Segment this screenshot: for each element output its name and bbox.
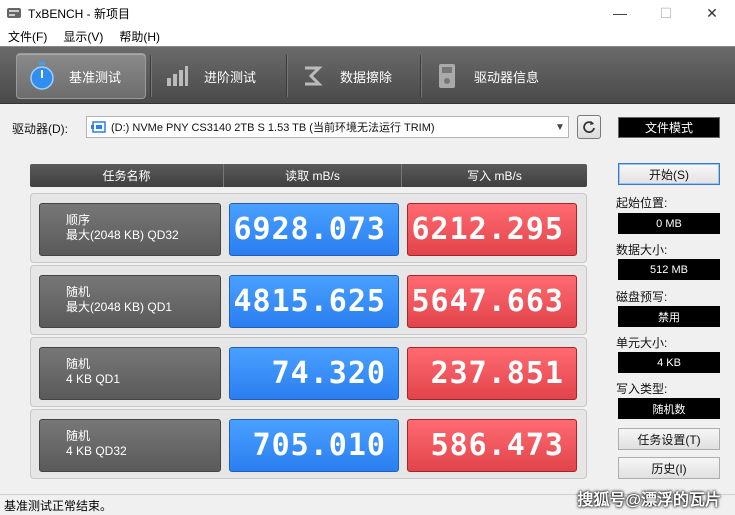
tab-benchmark[interactable]: 基准测试 — [16, 53, 146, 99]
app-icon — [7, 8, 21, 18]
benchmark-panel: 驱动器(D): (D:) NVMe PNY CS3140 2TB S 1.53 … — [0, 104, 735, 494]
write-value: 237.851 — [407, 347, 577, 400]
drive-icon — [91, 121, 106, 133]
precondition-field[interactable]: 禁用 — [618, 306, 720, 327]
unit-size-label: 单元大小: — [616, 336, 668, 350]
table-row: 随机 4 KB QD1 74.320 237.851 — [30, 337, 587, 407]
table-row: 顺序 最大(2048 KB) QD32 6928.073 6212.295 — [30, 193, 587, 263]
tab-divider — [286, 55, 287, 97]
data-size-field[interactable]: 512 MB — [618, 259, 720, 280]
stopwatch-icon — [27, 61, 57, 91]
window-controls: — ☐ ✕ — [597, 0, 735, 26]
window-title: TxBENCH - 新项目 — [28, 6, 131, 21]
unit-size-field[interactable]: 4 KB — [618, 352, 720, 373]
drive-select-value: (D:) NVMe PNY CS3140 2TB S 1.53 TB (当前环境… — [111, 122, 435, 134]
start-position-field[interactable]: 0 MB — [618, 213, 720, 234]
write-value: 5647.663 — [407, 275, 577, 328]
task-params: 最大(2048 KB) QD1 — [66, 300, 173, 314]
eraser-icon — [298, 61, 328, 91]
chevron-down-icon: ▼ — [555, 121, 565, 133]
tool-tabs: 基准测试 进阶测试 数据擦除 驱动器信息 — [0, 46, 735, 104]
start-button[interactable]: 开始(S) — [618, 163, 720, 185]
write-value: 6212.295 — [407, 203, 577, 256]
read-value: 6928.073 — [229, 203, 399, 256]
menu-bar: 文件(F) 显示(V) 帮助(H) — [0, 26, 735, 46]
refresh-button[interactable] — [577, 115, 601, 139]
history-button[interactable]: 历史(I) — [618, 457, 720, 479]
write-type-label: 写入类型: — [616, 382, 668, 396]
tab-divider — [150, 55, 151, 97]
task-type: 随机 — [66, 429, 91, 443]
header-read: 读取 mB/s — [224, 164, 402, 187]
watermark: 搜狐号@漂浮的瓦片 — [577, 492, 721, 509]
tab-label: 进阶测试 — [204, 69, 257, 85]
read-value: 705.010 — [229, 419, 399, 472]
task-type: 随机 — [66, 285, 91, 299]
task-params: 4 KB QD32 — [66, 444, 127, 458]
start-position-label: 起始位置: — [616, 196, 668, 210]
header-write: 写入 mB/s — [467, 169, 522, 183]
tab-label: 数据擦除 — [340, 69, 393, 85]
precondition-label: 磁盘预写: — [616, 290, 668, 304]
drive-label: 驱动器(D): — [12, 122, 68, 136]
table-row: 随机 最大(2048 KB) QD1 4815.625 5647.663 — [30, 265, 587, 335]
write-type-field[interactable]: 随机数 — [618, 398, 720, 419]
refresh-icon — [583, 121, 595, 133]
mode-display[interactable]: 文件模式 — [618, 117, 720, 138]
write-value: 586.473 — [407, 419, 577, 472]
menu-file[interactable]: 文件(F) — [0, 28, 55, 45]
tab-drive-info[interactable]: 驱动器信息 — [422, 53, 562, 99]
read-value: 4815.625 — [229, 275, 399, 328]
task-settings-button[interactable]: 任务设置(T) — [618, 428, 720, 450]
task-button[interactable]: 随机 4 KB QD1 — [39, 347, 221, 400]
task-button[interactable]: 顺序 最大(2048 KB) QD32 — [39, 203, 221, 256]
tab-divider — [420, 55, 421, 97]
results-table: 任务名称 读取 mB/s 写入 mB/s 顺序 最大(2048 KB) QD32… — [30, 161, 587, 479]
tab-label: 基准测试 — [69, 69, 122, 85]
status-text: 基准测试正常结束。 — [4, 498, 113, 513]
table-row: 随机 4 KB QD32 705.010 586.473 — [30, 409, 587, 479]
close-button[interactable]: ✕ — [689, 0, 735, 26]
drive-select[interactable]: (D:) NVMe PNY CS3140 2TB S 1.53 TB (当前环境… — [86, 116, 569, 138]
menu-help[interactable]: 帮助(H) — [111, 28, 168, 45]
menu-view[interactable]: 显示(V) — [55, 28, 111, 45]
table-header: 任务名称 读取 mB/s 写入 mB/s — [30, 164, 587, 187]
title-bar: TxBENCH - 新项目 — ☐ ✕ — [0, 0, 735, 26]
read-value: 74.320 — [229, 347, 399, 400]
bar-chart-icon — [162, 61, 192, 91]
task-type: 顺序 — [66, 213, 91, 227]
task-params: 4 KB QD1 — [66, 372, 121, 386]
drive-info-icon — [432, 61, 462, 91]
header-task: 任务名称 — [30, 164, 224, 187]
task-button[interactable]: 随机 最大(2048 KB) QD1 — [39, 275, 221, 328]
task-button[interactable]: 随机 4 KB QD32 — [39, 419, 221, 472]
minimize-button[interactable]: — — [597, 0, 643, 26]
task-params: 最大(2048 KB) QD32 — [66, 228, 179, 242]
tab-erase[interactable]: 数据擦除 — [288, 53, 418, 99]
tab-advanced[interactable]: 进阶测试 — [152, 53, 282, 99]
maximize-button[interactable]: ☐ — [643, 0, 689, 26]
tab-label: 驱动器信息 — [474, 69, 540, 85]
task-type: 随机 — [66, 357, 91, 371]
data-size-label: 数据大小: — [616, 243, 668, 257]
